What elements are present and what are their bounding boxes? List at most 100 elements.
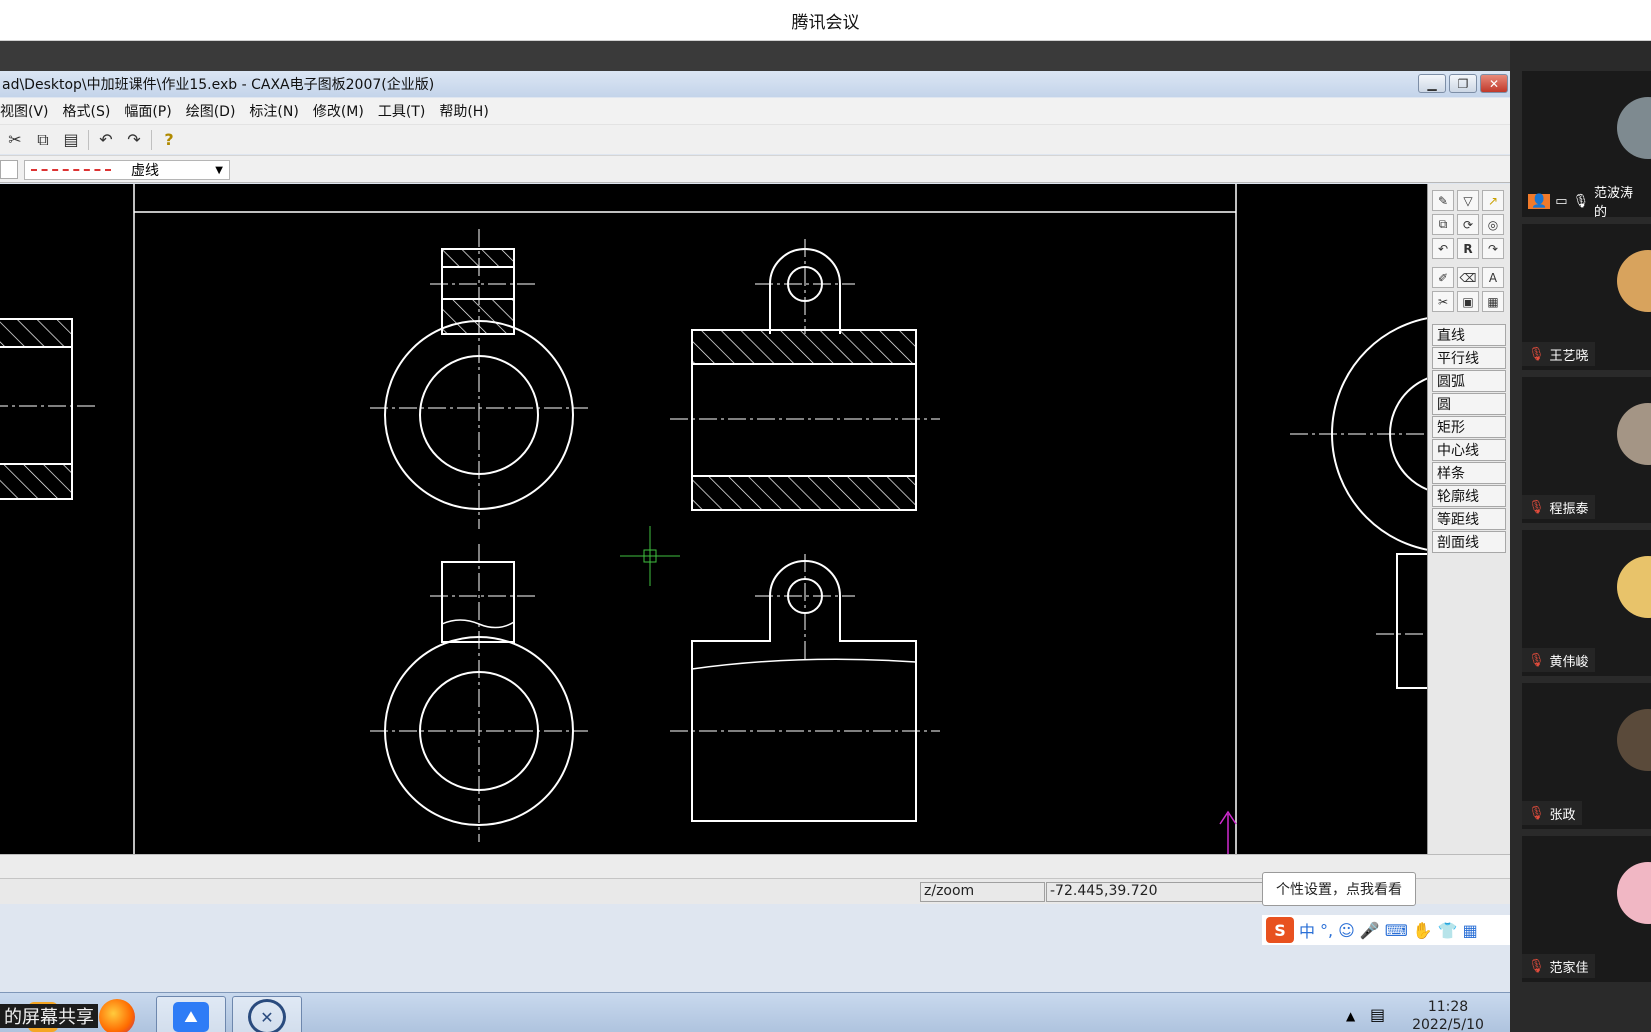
menu-view[interactable]: 视图(V) (0, 101, 49, 121)
participant-card[interactable]: 🎙 程振泰 (1522, 377, 1651, 523)
help-icon[interactable]: ? (158, 129, 180, 151)
tray-up-icon[interactable]: ▲ (1346, 1009, 1355, 1023)
emoji-icon[interactable]: ☺ (1338, 921, 1355, 940)
avatar (1617, 862, 1651, 924)
arrow-icon[interactable]: ↗ (1482, 190, 1504, 211)
participant-name-bar: 👤 ▭ 🎙 范波涛的 (1522, 186, 1651, 220)
skin-icon[interactable]: 👕 (1438, 921, 1458, 940)
clock-time: 11:28 (1427, 999, 1469, 1015)
participant-name-bar: 🎙 程振泰 (1522, 495, 1595, 519)
mic-icon: 🎙 (1572, 193, 1589, 209)
cmd-parallel[interactable]: 平行线 (1432, 347, 1506, 369)
participant-name: 张政 (1549, 807, 1576, 823)
minimize-button[interactable]: ▁ (1418, 74, 1446, 93)
window-title: ad\Desktop\中加班课件\作业15.exb - CAXA电子图板2007… (2, 77, 435, 93)
redo-icon[interactable]: ↷ (123, 129, 145, 151)
participant-name: 范家佳 (1549, 960, 1589, 976)
cmd-line[interactable]: 直线 (1432, 324, 1506, 346)
block-icon[interactable]: ▣ (1457, 291, 1479, 312)
tools-icon[interactable]: ✋ (1413, 921, 1433, 940)
close-button[interactable]: ✕ (1480, 74, 1508, 93)
linetype-select[interactable]: 虚线 ▼ (24, 160, 230, 180)
caxa-window: ad\Desktop\中加班课件\作业15.exb - CAXA电子图板2007… (0, 71, 1510, 1001)
screen-share-label: 的屏幕共享 (0, 1004, 98, 1028)
redo-icon[interactable]: ↷ (1482, 238, 1504, 259)
cmd-rect[interactable]: 矩形 (1432, 416, 1506, 438)
window-titlebar: ad\Desktop\中加班课件\作业15.exb - CAXA电子图板2007… (0, 71, 1510, 97)
menu-bar: 视图(V) 格式(S) 幅面(P) 绘图(D) 标注(N) 修改(M) 工具(T… (0, 98, 1510, 124)
participant-card[interactable]: 🎙 黄伟峻 (1522, 530, 1651, 676)
participant-card[interactable]: 👤 ▭ 🎙 范波涛的 (1522, 71, 1651, 220)
screen-share-icon: ▭ (1555, 193, 1568, 209)
cmd-centerline[interactable]: 中心线 (1432, 439, 1506, 461)
funnel-icon[interactable]: ▽ (1457, 190, 1479, 211)
participant-name: 黄伟峻 (1549, 654, 1589, 670)
table-icon[interactable]: ▦ (1482, 291, 1504, 312)
clipboard-icon[interactable]: ▤ (1370, 1005, 1385, 1024)
caxa-app-icon[interactable]: ✕ (232, 996, 302, 1032)
cmd-hatch[interactable]: 剖面线 (1432, 531, 1506, 553)
linetype-value: 虚线 (131, 163, 159, 179)
participant-name: 范波涛的 (1594, 186, 1634, 220)
participant-card[interactable]: 🎙 张政 (1522, 683, 1651, 829)
undo-icon[interactable]: ↶ (95, 129, 117, 151)
participant-name: 程振泰 (1549, 501, 1589, 517)
zoom-icon[interactable]: ◎ (1482, 214, 1504, 235)
standard-toolbar: ✂ ⧉ ▤ ↶ ↷ ? (0, 124, 1510, 154)
avatar (1617, 556, 1651, 618)
menu-sheet[interactable]: 幅面(P) (124, 101, 171, 121)
ime-tooltip[interactable]: 个性设置，点我看看 (1262, 872, 1416, 906)
participant-name-bar: 🎙 王艺晓 (1522, 342, 1595, 366)
participant-card[interactable]: 🎙 范家佳 (1522, 836, 1651, 982)
menu-help[interactable]: 帮助(H) (439, 101, 488, 121)
mic-icon[interactable]: 🎤 (1360, 921, 1380, 940)
cmd-offset[interactable]: 等距线 (1432, 508, 1506, 530)
eraser-icon[interactable]: ⌫ (1457, 267, 1479, 288)
taskbar-clock[interactable]: 11:28 2022/5/10 (1403, 998, 1493, 1032)
menu-format[interactable]: 格式(S) (63, 101, 111, 121)
property-toolbar: 虚线 ▼ (0, 155, 1510, 183)
grid-icon[interactable]: ▦ (1463, 921, 1478, 940)
menu-draw[interactable]: 绘图(D) (186, 101, 236, 121)
copy-icon[interactable]: ⧉ (32, 129, 54, 151)
cmd-arc[interactable]: 圆弧 (1432, 370, 1506, 392)
undo-icon[interactable]: ↶ (1432, 238, 1454, 259)
pen-icon[interactable]: ✐ (1432, 267, 1454, 288)
toolbar-divider (151, 129, 152, 150)
participant-panel: 👤 ▭ 🎙 范波涛的 🎙 王艺晓 🎙 程振泰 🎙 黄伟峻 🎙 张政 🎙 范家佳 (1510, 41, 1651, 1032)
status-coords: -72.445,39.720 (1046, 882, 1276, 902)
refresh-icon[interactable]: ⟳ (1457, 214, 1479, 235)
status-command: z/zoom (920, 882, 1045, 902)
ime-toolbar: S 中 °, ☺ 🎤 ⌨ ✋ 👕 ▦ (1262, 915, 1510, 945)
restore-button[interactable]: ❐ (1449, 74, 1477, 93)
r-button-icon[interactable]: R (1457, 238, 1479, 259)
text-icon[interactable]: A (1482, 267, 1504, 288)
participant-card[interactable]: 🎙 王艺晓 (1522, 224, 1651, 370)
participant-name: 王艺晓 (1549, 348, 1589, 364)
windows-taskbar: ▶ ⛰ ✕ ▲ ▤ 11:28 2022/5/10 (0, 992, 1510, 1032)
cmd-contour[interactable]: 轮廓线 (1432, 485, 1506, 507)
keyboard-icon[interactable]: ⌨ (1385, 921, 1408, 940)
ime-mode-label[interactable]: 中 (1299, 918, 1315, 942)
cut-icon[interactable]: ✂ (4, 129, 26, 151)
copy-icon[interactable]: ⧉ (1432, 214, 1454, 235)
avatar (1617, 403, 1651, 465)
cmd-spline[interactable]: 样条 (1432, 462, 1506, 484)
paste-icon[interactable]: ▤ (60, 129, 82, 151)
punctuation-icon[interactable]: °, (1320, 921, 1333, 940)
menu-tools[interactable]: 工具(T) (378, 101, 425, 121)
mic-off-icon: 🎙 (1528, 499, 1545, 515)
toolbar-divider (88, 129, 89, 150)
meeting-app-icon[interactable]: ⛰ (156, 996, 226, 1032)
scissors-icon[interactable]: ✂ (1432, 291, 1454, 312)
meeting-title: 腾讯会议 (0, 0, 1651, 41)
tool-icon-grid: ✎ ▽ ↗ ⧉ ⟳ ◎ ↶ R ↷ (1428, 184, 1510, 265)
mic-off-icon: 🎙 (1528, 346, 1545, 362)
brush-icon[interactable]: ✎ (1432, 190, 1454, 211)
menu-dimension[interactable]: 标注(N) (249, 101, 298, 121)
menu-modify[interactable]: 修改(M) (313, 101, 364, 121)
sogou-icon[interactable]: S (1266, 917, 1294, 943)
cmd-circle[interactable]: 圆 (1432, 393, 1506, 415)
layer-color-box[interactable] (0, 160, 18, 179)
drawing-canvas[interactable] (0, 184, 1427, 854)
